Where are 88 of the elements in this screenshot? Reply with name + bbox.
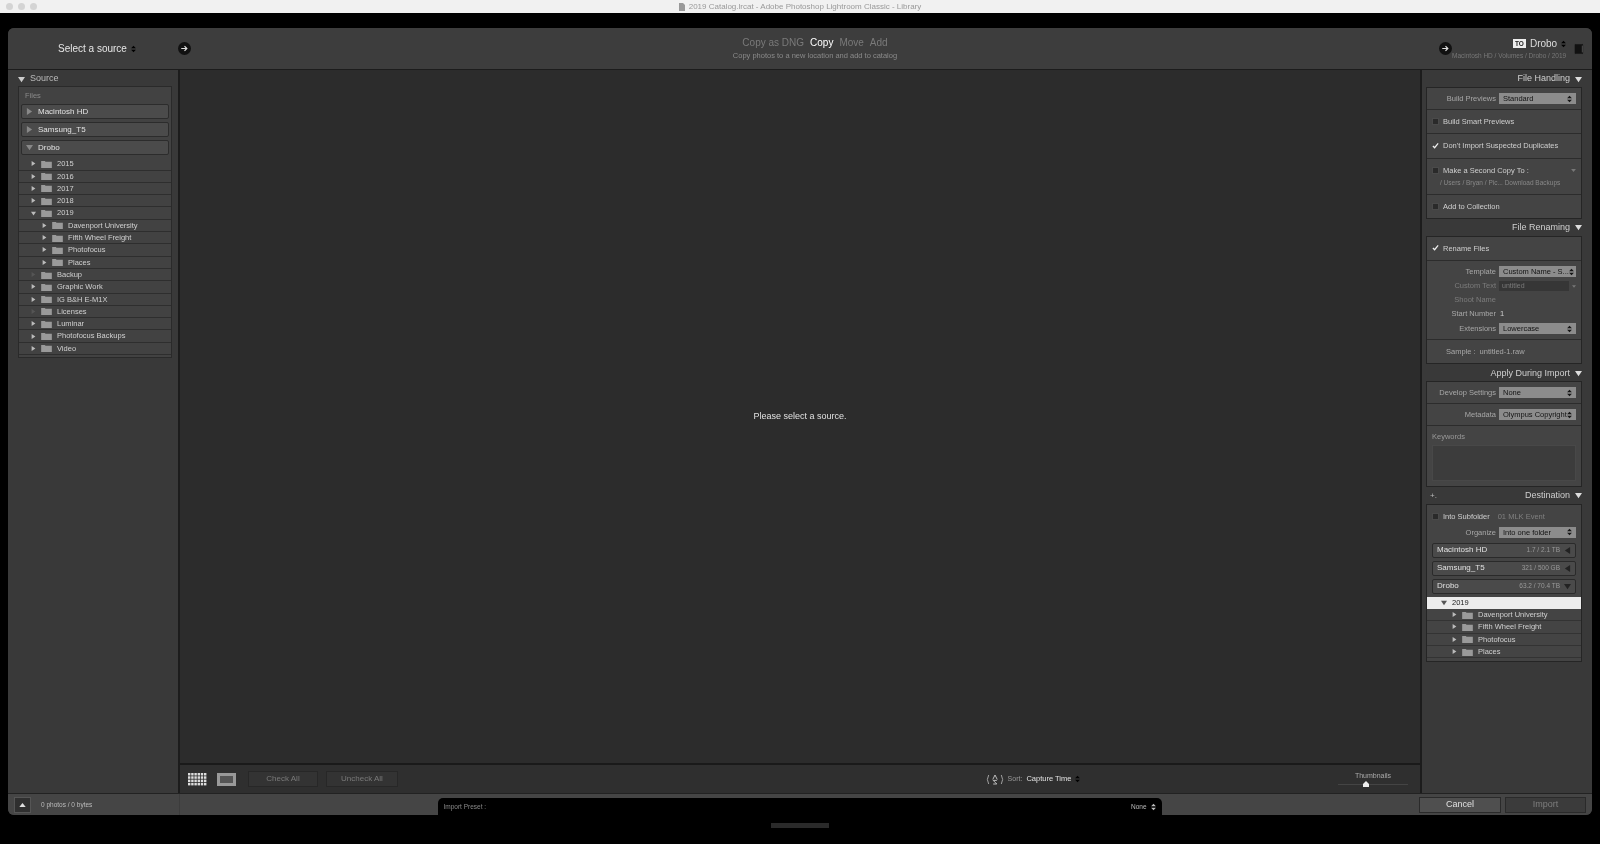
stepper-icon	[1568, 267, 1574, 276]
disclosure-triangle-icon[interactable]	[18, 75, 25, 83]
disclosure-triangle-icon[interactable]	[42, 222, 47, 228]
stepper-icon	[1567, 324, 1572, 333]
drive-name: Macintosh HD	[1437, 544, 1488, 557]
expand-button[interactable]	[14, 796, 31, 813]
folder-icon	[52, 233, 63, 242]
folder-icon	[41, 172, 52, 181]
disclosure-triangle-icon[interactable]	[42, 259, 47, 265]
checkbox[interactable]	[1432, 512, 1439, 520]
slider-thumb[interactable]	[1363, 781, 1369, 788]
checkbox[interactable]	[1432, 202, 1439, 210]
checkbox[interactable]	[1432, 118, 1439, 126]
disclosure-triangle-icon[interactable]	[42, 247, 47, 253]
disclosure-triangle-icon[interactable]	[31, 161, 36, 167]
checkbox[interactable]	[1432, 166, 1439, 174]
disclosure-triangle-icon[interactable]	[1441, 599, 1447, 606]
disclosure-triangle-icon[interactable]	[1452, 612, 1457, 618]
loupe-view-icon[interactable]	[217, 772, 236, 786]
disclosure-triangle-icon[interactable]	[31, 173, 36, 179]
folder-icon	[41, 282, 52, 291]
folder-icon	[1462, 647, 1473, 656]
disclosure-triangle-icon[interactable]	[31, 186, 36, 191]
add-button[interactable]: +.	[1426, 489, 1437, 502]
disclosure-triangle-icon[interactable]	[1575, 75, 1582, 83]
folder-icon	[52, 258, 63, 267]
disclosure-triangle-icon[interactable]	[31, 198, 36, 204]
disclosure-triangle-icon[interactable]	[31, 210, 36, 216]
disclosure-triangle-icon[interactable]	[1575, 224, 1582, 232]
folder-icon	[41, 270, 52, 279]
disclosure-triangle-icon[interactable]	[31, 296, 36, 302]
disclosure-triangle-icon[interactable]	[1452, 624, 1457, 630]
folder-icon	[41, 344, 52, 353]
disclosure-triangle-icon[interactable]	[31, 321, 36, 327]
drive-name: Drobo	[1437, 580, 1459, 593]
folder-icon	[41, 307, 52, 316]
grid-view-icon[interactable]	[188, 772, 207, 786]
stepper-icon	[1561, 39, 1567, 48]
device-bar[interactable]: Samsung_T5	[21, 122, 169, 138]
panel-title: Apply During Import	[1490, 366, 1570, 380]
arrow-button-icon[interactable]	[178, 42, 191, 55]
import-mode-tab[interactable]: Copy	[810, 35, 834, 51]
device-name: Macintosh HD	[38, 105, 89, 118]
stepper-icon	[1567, 388, 1572, 397]
panel-title: Destination	[1524, 488, 1570, 502]
empty-message: Please select a source.	[753, 409, 847, 423]
drive-name: Samsung_T5	[1437, 562, 1485, 575]
stepper-icon	[1567, 94, 1572, 103]
window-title: 2019 Catalog.lrcat - Adobe Photoshop Lightroom Classic - Library	[688, 0, 922, 13]
cancel-button[interactable]: Cancel	[1419, 796, 1501, 813]
folder-icon	[52, 245, 63, 254]
stepper-icon	[1150, 802, 1156, 811]
folder-icon	[41, 159, 52, 168]
folder-icon	[41, 332, 52, 341]
folder-icon	[41, 184, 52, 193]
device-bar[interactable]: Drobo	[21, 140, 169, 156]
folder-icon	[1462, 635, 1473, 644]
arrow-button-icon[interactable]	[1439, 42, 1452, 55]
panel-title: File Handling	[1517, 72, 1570, 86]
chevron-up-icon	[19, 802, 26, 807]
disclosure-triangle-icon[interactable]	[1452, 649, 1457, 655]
device-name: Samsung_T5	[38, 123, 86, 136]
thumbnail-size-slider[interactable]	[1338, 781, 1408, 788]
disclosure-triangle-icon[interactable]	[1575, 492, 1582, 499]
disclosure-triangle-icon[interactable]	[31, 284, 36, 290]
document-icon	[678, 2, 685, 11]
folder-icon	[41, 209, 52, 218]
folder-icon	[1462, 623, 1473, 631]
destination-menu[interactable]: Drobo	[1529, 36, 1558, 52]
stepper-icon	[1075, 775, 1081, 783]
source-menu[interactable]: Select a source	[58, 41, 127, 56]
sort-order-icon[interactable]	[985, 773, 1004, 785]
folder-icon	[52, 221, 63, 230]
stepper-icon	[130, 44, 136, 53]
disclosure-triangle-icon[interactable]	[31, 345, 36, 351]
disclosure-triangle-icon[interactable]	[1452, 636, 1457, 642]
folder-icon	[41, 295, 52, 304]
device-bar[interactable]: Macintosh HD	[21, 104, 169, 120]
disclosure-triangle-icon[interactable]	[1575, 369, 1582, 377]
disclosure-triangle-icon[interactable]	[31, 333, 36, 339]
device-name: Drobo	[38, 141, 60, 154]
panel-title: File Renaming	[1511, 221, 1570, 234]
panel-title: Source	[30, 72, 59, 86]
folder-icon	[41, 319, 52, 328]
folder-icon	[41, 196, 52, 205]
disclosure-triangle-icon[interactable]	[42, 235, 47, 241]
stepper-icon	[1567, 528, 1572, 537]
stepper-icon	[1567, 410, 1572, 419]
